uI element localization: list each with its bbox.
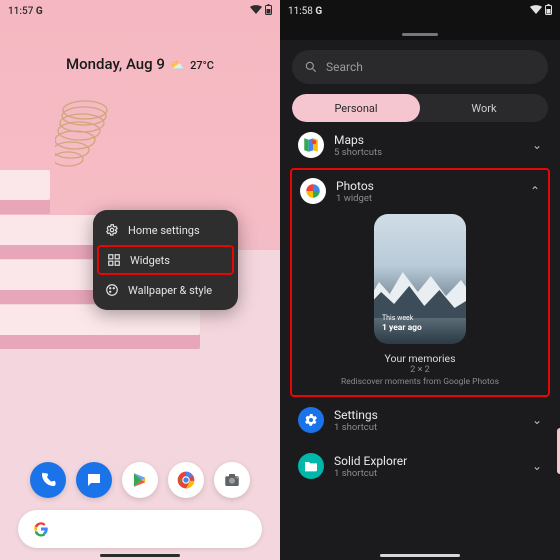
photos-widget-section-highlight: Photos1 widget ⌃ This week1 year ago You… <box>290 168 550 397</box>
widget-description: Rediscover moments from Google Photos <box>298 377 542 387</box>
battery-icon <box>545 4 552 18</box>
chevron-up-icon: ⌃ <box>530 184 540 198</box>
app-row-settings[interactable]: Settings1 shortcut ⌄ <box>292 397 548 443</box>
chevron-down-icon: ⌄ <box>532 413 542 427</box>
widget-search-input[interactable]: Search <box>292 50 548 84</box>
app-row-photos[interactable]: Photos1 widget ⌃ <box>298 174 542 208</box>
gesture-handle[interactable] <box>100 554 180 557</box>
memories-widget-preview[interactable]: This week1 year ago <box>374 214 466 344</box>
maps-icon <box>298 132 324 158</box>
widget-dimensions: 2 × 2 <box>298 365 542 375</box>
menu-widgets[interactable]: Widgets <box>97 245 234 275</box>
wallpaper-slinky <box>55 95 115 175</box>
home-context-menu: Home settings Widgets Wallpaper & style <box>93 210 238 310</box>
dock <box>0 462 280 498</box>
dock-chrome[interactable] <box>168 462 204 498</box>
google-search-bar[interactable] <box>18 510 262 548</box>
google-icon: G <box>36 6 43 17</box>
tab-work[interactable]: Work <box>420 94 548 122</box>
photos-icon <box>300 178 326 204</box>
weather-icon: ⛅ <box>171 59 185 72</box>
palette-icon <box>105 283 119 297</box>
dock-camera[interactable] <box>214 462 250 498</box>
dock-messages[interactable] <box>76 462 112 498</box>
status-bar: 11:57 G <box>0 0 280 22</box>
menu-home-settings[interactable]: Home settings <box>93 215 238 245</box>
app-row-maps[interactable]: Maps5 shortcuts ⌄ <box>292 122 548 168</box>
gesture-handle[interactable] <box>380 554 460 557</box>
wifi-icon <box>250 5 262 18</box>
search-icon <box>304 60 318 74</box>
status-time: 11:58 <box>288 6 313 17</box>
status-time: 11:57 <box>8 6 33 17</box>
drag-handle-icon <box>402 33 438 36</box>
gear-icon <box>105 223 119 237</box>
app-row-solid-explorer[interactable]: Solid Explorer1 shortcut ⌄ <box>292 443 548 489</box>
chevron-down-icon: ⌄ <box>532 459 542 473</box>
mountain-image <box>374 264 466 318</box>
widget-title: Your memories <box>298 352 542 365</box>
weather-temp: 27°C <box>190 59 214 72</box>
status-bar: 11:58 G <box>280 0 560 22</box>
menu-wallpaper-style[interactable]: Wallpaper & style <box>93 275 238 305</box>
chevron-down-icon: ⌄ <box>532 138 542 152</box>
widget-picker: 11:58 G Search Personal Work Maps5 short… <box>280 0 560 560</box>
tab-personal[interactable]: Personal <box>292 94 420 122</box>
profile-segmented-control: Personal Work <box>292 94 548 122</box>
solid-explorer-icon <box>298 453 324 479</box>
battery-icon <box>265 4 272 18</box>
google-icon: G <box>315 6 322 17</box>
wifi-icon <box>530 5 542 18</box>
settings-icon <box>298 407 324 433</box>
dock-phone[interactable] <box>30 462 66 498</box>
at-a-glance-widget[interactable]: Monday, Aug 9 ⛅ 27°C <box>0 55 280 73</box>
dock-play-store[interactable] <box>122 462 158 498</box>
widgets-icon <box>107 253 121 267</box>
google-logo-icon <box>32 520 50 538</box>
home-screen[interactable]: 11:57 G Monday, Aug 9 ⛅ 27°C Home settin… <box>0 0 280 560</box>
